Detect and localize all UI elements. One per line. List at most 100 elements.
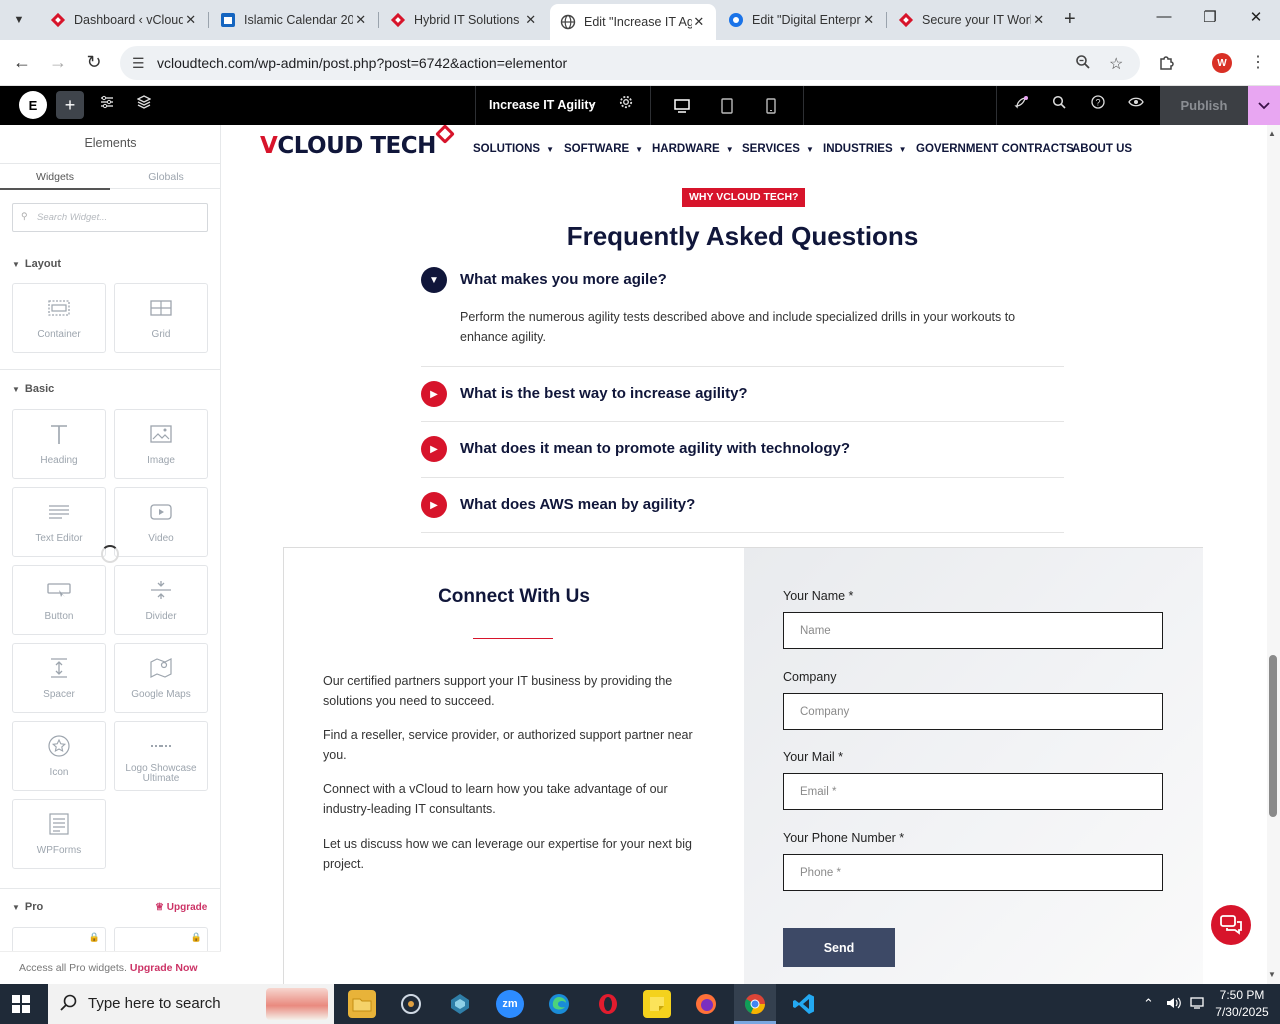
url-text[interactable]: vcloudtech.com/wp-admin/post.php?post=67… bbox=[157, 55, 567, 71]
faq-question[interactable]: What does AWS mean by agility? bbox=[460, 496, 695, 513]
tab-globals[interactable]: Globals bbox=[111, 171, 221, 183]
reload-icon[interactable]: ↻ bbox=[83, 52, 105, 73]
widget-text-editor[interactable]: Text Editor bbox=[12, 487, 106, 557]
category-layout[interactable]: ▼ Layout bbox=[12, 258, 61, 270]
chat-bubble-icon[interactable] bbox=[1211, 905, 1251, 945]
nav-software[interactable]: SOFTWARE ▼ bbox=[564, 143, 643, 155]
bookmark-star-icon[interactable]: ☆ bbox=[1109, 54, 1123, 74]
file-explorer-icon[interactable] bbox=[348, 990, 376, 1018]
close-tab-icon[interactable]: ✕ bbox=[1031, 12, 1046, 28]
tray-chevron-up-icon[interactable]: ⌃ bbox=[1143, 996, 1154, 1012]
omnibox[interactable]: ☰ vcloudtech.com/wp-admin/post.php?post=… bbox=[120, 46, 1140, 80]
nav-about-us[interactable]: ABOUT US bbox=[1072, 143, 1132, 155]
scrollbar-thumb[interactable] bbox=[1269, 655, 1277, 817]
nav-hardware[interactable]: HARDWARE ▼ bbox=[652, 143, 734, 155]
browser-tab-calendar[interactable]: Islamic Calendar 2025 ✕ bbox=[210, 4, 378, 36]
category-basic[interactable]: ▼ Basic bbox=[12, 383, 54, 395]
site-settings-icon[interactable] bbox=[100, 95, 114, 112]
expand-play-icon[interactable]: ▶ bbox=[421, 436, 447, 462]
sticky-notes-icon[interactable] bbox=[643, 990, 671, 1018]
mobile-view-icon[interactable] bbox=[758, 93, 784, 119]
zoom-icon[interactable] bbox=[1075, 54, 1091, 75]
tab-widgets[interactable]: Widgets bbox=[0, 171, 110, 183]
faq-question[interactable]: What is the best way to increase agility… bbox=[460, 385, 748, 402]
faq-question[interactable]: What does it mean to promote agility wit… bbox=[460, 440, 850, 457]
expand-play-icon[interactable]: ▶ bbox=[421, 492, 447, 518]
close-tab-icon[interactable]: ✕ bbox=[692, 14, 706, 30]
widget-heading[interactable]: Heading bbox=[12, 409, 106, 479]
nav-services[interactable]: SERVICES ▼ bbox=[742, 143, 814, 155]
company-field[interactable] bbox=[783, 693, 1163, 730]
nav-government-contracts[interactable]: GOVERNMENT CONTRACTS bbox=[916, 143, 1074, 155]
elementor-logo-icon[interactable]: E bbox=[19, 91, 47, 119]
taskbar-clock[interactable]: 7:50 PM 7/30/2025 bbox=[1210, 987, 1274, 1021]
phone-field[interactable] bbox=[783, 854, 1163, 891]
nav-solutions[interactable]: SOLUTIONS ▼ bbox=[473, 143, 554, 155]
scroll-down-arrow-icon[interactable]: ▼ bbox=[1268, 970, 1276, 979]
widget-wpforms[interactable]: WPForms bbox=[12, 799, 106, 869]
widget-logo-showcase[interactable]: Logo Showcase Ultimate bbox=[114, 721, 208, 791]
new-tab-icon[interactable]: + bbox=[1064, 8, 1076, 31]
widget-icon[interactable]: Icon bbox=[12, 721, 106, 791]
nav-industries[interactable]: INDUSTRIES ▼ bbox=[823, 143, 907, 155]
opera-browser-icon[interactable] bbox=[594, 990, 622, 1018]
close-tab-icon[interactable]: ✕ bbox=[523, 12, 538, 28]
close-tab-icon[interactable]: ✕ bbox=[353, 12, 368, 28]
back-icon[interactable]: ← bbox=[11, 52, 33, 73]
browser-tab-secure[interactable]: Secure your IT Workspace ✕ bbox=[888, 4, 1056, 36]
edge-browser-icon[interactable] bbox=[545, 990, 573, 1018]
close-tab-icon[interactable]: ✕ bbox=[183, 12, 198, 28]
widget-video[interactable]: Video bbox=[114, 487, 208, 557]
close-window-icon[interactable]: ✕ bbox=[1246, 8, 1266, 26]
vscode-icon[interactable] bbox=[790, 990, 818, 1018]
widget-google-maps[interactable]: Google Maps bbox=[114, 643, 208, 713]
speaker-icon[interactable] bbox=[1166, 996, 1182, 1013]
email-field[interactable] bbox=[783, 773, 1163, 810]
desktop-view-icon[interactable] bbox=[669, 93, 695, 119]
widget-search-input[interactable]: ⚲ Search Widget... bbox=[12, 203, 208, 232]
add-element-button[interactable]: + bbox=[56, 91, 84, 119]
windows-start-icon[interactable] bbox=[12, 995, 30, 1013]
site-info-icon[interactable]: ☰ bbox=[132, 55, 145, 72]
category-pro[interactable]: ▼ Pro bbox=[12, 901, 43, 913]
page-settings-gear-icon[interactable] bbox=[619, 95, 633, 112]
canvas-scrollbar[interactable] bbox=[1267, 125, 1280, 984]
browser-tab-edit-agility[interactable]: Edit "Increase IT Agility" ✕ bbox=[550, 4, 716, 40]
vcloud-tech-logo[interactable]: VCLOUD TECH bbox=[260, 133, 436, 159]
browser-menu-icon[interactable]: ⋮ bbox=[1250, 52, 1266, 72]
publish-options-chevron-icon[interactable] bbox=[1248, 86, 1280, 125]
collapse-caret-icon[interactable]: ▼ bbox=[421, 267, 447, 293]
widget-grid[interactable]: Grid bbox=[114, 283, 208, 353]
faq-question[interactable]: What makes you more agile? bbox=[460, 271, 667, 288]
close-tab-icon[interactable]: ✕ bbox=[861, 12, 876, 28]
minimize-icon[interactable]: — bbox=[1154, 8, 1174, 25]
taskbar-search-box[interactable]: Type here to search bbox=[48, 984, 334, 1024]
widget-button[interactable]: Button bbox=[12, 565, 106, 635]
tablet-view-icon[interactable] bbox=[714, 93, 740, 119]
widget-spacer[interactable]: Spacer bbox=[12, 643, 106, 713]
send-button[interactable]: Send bbox=[783, 928, 895, 967]
page-title[interactable]: Increase IT Agility bbox=[489, 98, 596, 112]
tab-search-icon[interactable]: ▼ bbox=[6, 7, 32, 33]
profile-avatar[interactable]: W bbox=[1212, 53, 1232, 73]
upgrade-now-link[interactable]: Upgrade Now bbox=[130, 962, 198, 974]
search-icon[interactable] bbox=[1052, 95, 1066, 112]
scroll-up-arrow-icon[interactable]: ▲ bbox=[1268, 129, 1276, 138]
restore-icon[interactable]: ❐ bbox=[1200, 8, 1220, 26]
browser-tab-dashboard[interactable]: Dashboard ‹ vCloud Tech ✕ bbox=[40, 4, 208, 36]
firefox-browser-icon[interactable] bbox=[692, 990, 720, 1018]
browser-tab-edit-digital[interactable]: Edit "Digital Enterprise" ✕ bbox=[718, 4, 886, 36]
upgrade-link[interactable]: ♕ Upgrade bbox=[155, 902, 207, 913]
widget-divider[interactable]: Divider bbox=[114, 565, 208, 635]
widget-container[interactable]: Container bbox=[12, 283, 106, 353]
app-settings-icon[interactable] bbox=[397, 990, 425, 1018]
widget-image[interactable]: Image bbox=[114, 409, 208, 479]
browser-tab-hybrid[interactable]: Hybrid IT Solutions ✕ bbox=[380, 4, 548, 36]
forward-icon[interactable]: → bbox=[47, 52, 69, 73]
app-diamond-icon[interactable] bbox=[446, 990, 474, 1018]
network-icon[interactable] bbox=[1190, 996, 1206, 1013]
zoom-app-icon[interactable]: zm bbox=[496, 990, 524, 1018]
notifications-rocket-icon[interactable] bbox=[1013, 95, 1029, 114]
chevron-down-icon[interactable]: ⌄ bbox=[587, 96, 596, 109]
extensions-icon[interactable] bbox=[1158, 53, 1176, 76]
